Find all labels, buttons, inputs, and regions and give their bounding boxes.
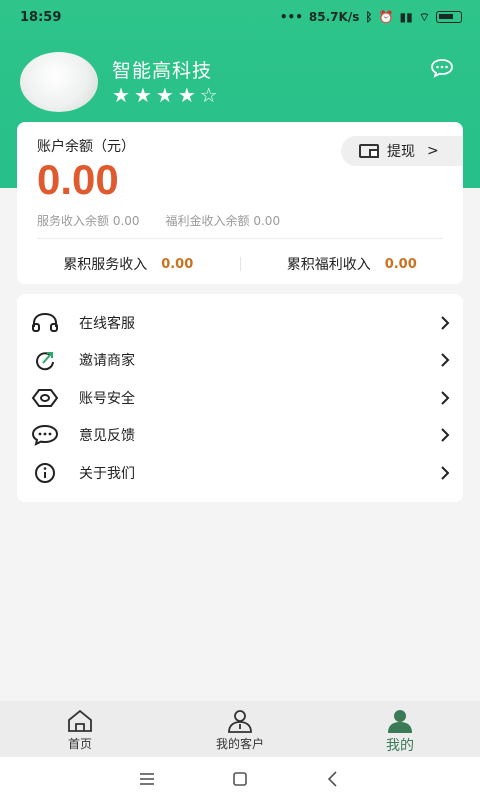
- menu-item-account-security[interactable]: 账号安全: [17, 379, 463, 417]
- rating-stars: ★ ★ ★ ★ ☆: [112, 85, 218, 105]
- chevron-right-icon: [441, 316, 450, 330]
- status-icons: ••• 85.7K/s ᛒ ⏰ ▮▮ ⌔: [280, 10, 462, 25]
- menu-item-online-service[interactable]: 在线客服: [17, 304, 463, 342]
- chevron-right-icon: [441, 466, 450, 480]
- info-icon: [35, 462, 55, 483]
- income-balances: 服务收入余额 0.00 福利金收入余额 0.00: [37, 212, 280, 229]
- star-filled-icon: ★: [133, 83, 152, 107]
- wallet-icon: [359, 144, 379, 158]
- service-income-balance: 服务收入余额 0.00: [37, 214, 140, 228]
- chevron-right-icon: [441, 353, 450, 367]
- welfare-income-balance: 福利金收入余额 0.00: [165, 214, 281, 228]
- star-filled-icon: ★: [155, 83, 174, 107]
- balance-value: 0.00: [37, 156, 119, 203]
- company-name: 智能高科技: [112, 60, 213, 82]
- message-icon[interactable]: [430, 58, 454, 78]
- bluetooth-icon: ᛒ: [365, 10, 373, 24]
- totals-row: 累积服务收入 0.00 累积福利收入 0.00: [17, 244, 463, 284]
- profile-icon: [388, 710, 412, 733]
- dots-icon: •••: [279, 10, 303, 24]
- menu-item-label: 账号安全: [79, 390, 135, 407]
- home-icon: [68, 709, 92, 732]
- total-welfare-label: 累积福利收入: [286, 257, 371, 273]
- back-icon[interactable]: [323, 769, 343, 789]
- tab-label: 我的: [386, 738, 414, 754]
- menu-item-label: 关于我们: [79, 465, 135, 482]
- withdraw-button[interactable]: 提现 >: [341, 136, 463, 166]
- avatar[interactable]: [20, 52, 98, 112]
- status-bar: 18:59 ••• 85.7K/s ᛒ ⏰ ▮▮ ⌔: [0, 0, 480, 34]
- headset-icon: [32, 312, 58, 332]
- menu-item-about-us[interactable]: 关于我们: [17, 454, 463, 492]
- menu-item-label: 在线客服: [79, 315, 135, 332]
- customers-icon: [228, 710, 252, 733]
- profile-section: 智能高科技 ★ ★ ★ ★ ☆: [20, 52, 460, 116]
- tab-label: 我的客户: [215, 737, 264, 751]
- menu-item-feedback[interactable]: 意见反馈: [17, 417, 463, 455]
- battery-icon: [436, 11, 462, 23]
- menu-card: 在线客服 邀请商家 账号安全 意见反馈 关于我们: [17, 294, 463, 502]
- total-welfare-value: 0.00: [384, 256, 417, 272]
- feedback-icon: [31, 425, 59, 447]
- menu-item-invite-merchant[interactable]: 邀请商家: [17, 342, 463, 380]
- total-service-income: 累积服务收入 0.00: [17, 254, 240, 274]
- tab-label: 首页: [67, 737, 92, 751]
- menu-item-label: 意见反馈: [79, 428, 135, 445]
- tab-mine[interactable]: 我的: [320, 701, 480, 757]
- network-speed: 85.7K/s: [308, 10, 360, 24]
- divider: [37, 238, 443, 239]
- chevron-right-icon: [441, 428, 450, 442]
- alarm-icon: ⏰: [378, 10, 394, 24]
- chevron-right-icon: [441, 391, 450, 405]
- signal-icon: ▮▮: [399, 10, 413, 24]
- withdraw-label: 提现: [387, 144, 415, 160]
- shield-icon: [31, 388, 59, 407]
- menu-icon[interactable]: [137, 769, 157, 789]
- total-service-label: 累积服务收入: [63, 257, 148, 273]
- wifi-icon: ⌔: [418, 9, 430, 24]
- balance-card: 账户余额（元） 0.00 提现 > 服务收入余额 0.00 福利金收入余额 0.…: [17, 122, 463, 284]
- star-empty-icon: ☆: [199, 83, 218, 107]
- home-button-icon[interactable]: [230, 769, 250, 789]
- share-icon: [36, 352, 54, 371]
- status-time: 18:59: [20, 9, 62, 25]
- bottom-tab-bar: 首页 我的客户 我的: [0, 701, 480, 757]
- star-filled-icon: ★: [177, 83, 196, 107]
- balance-label: 账户余额（元）: [37, 139, 135, 155]
- tab-my-customers[interactable]: 我的客户: [160, 701, 320, 757]
- star-filled-icon: ★: [112, 83, 130, 107]
- chevron-right-icon: >: [427, 143, 439, 159]
- total-welfare-income: 累积福利收入 0.00: [241, 254, 464, 274]
- total-service-value: 0.00: [161, 256, 194, 272]
- tab-home[interactable]: 首页: [0, 701, 160, 757]
- system-nav-bar: [0, 757, 480, 800]
- menu-item-label: 邀请商家: [79, 353, 135, 370]
